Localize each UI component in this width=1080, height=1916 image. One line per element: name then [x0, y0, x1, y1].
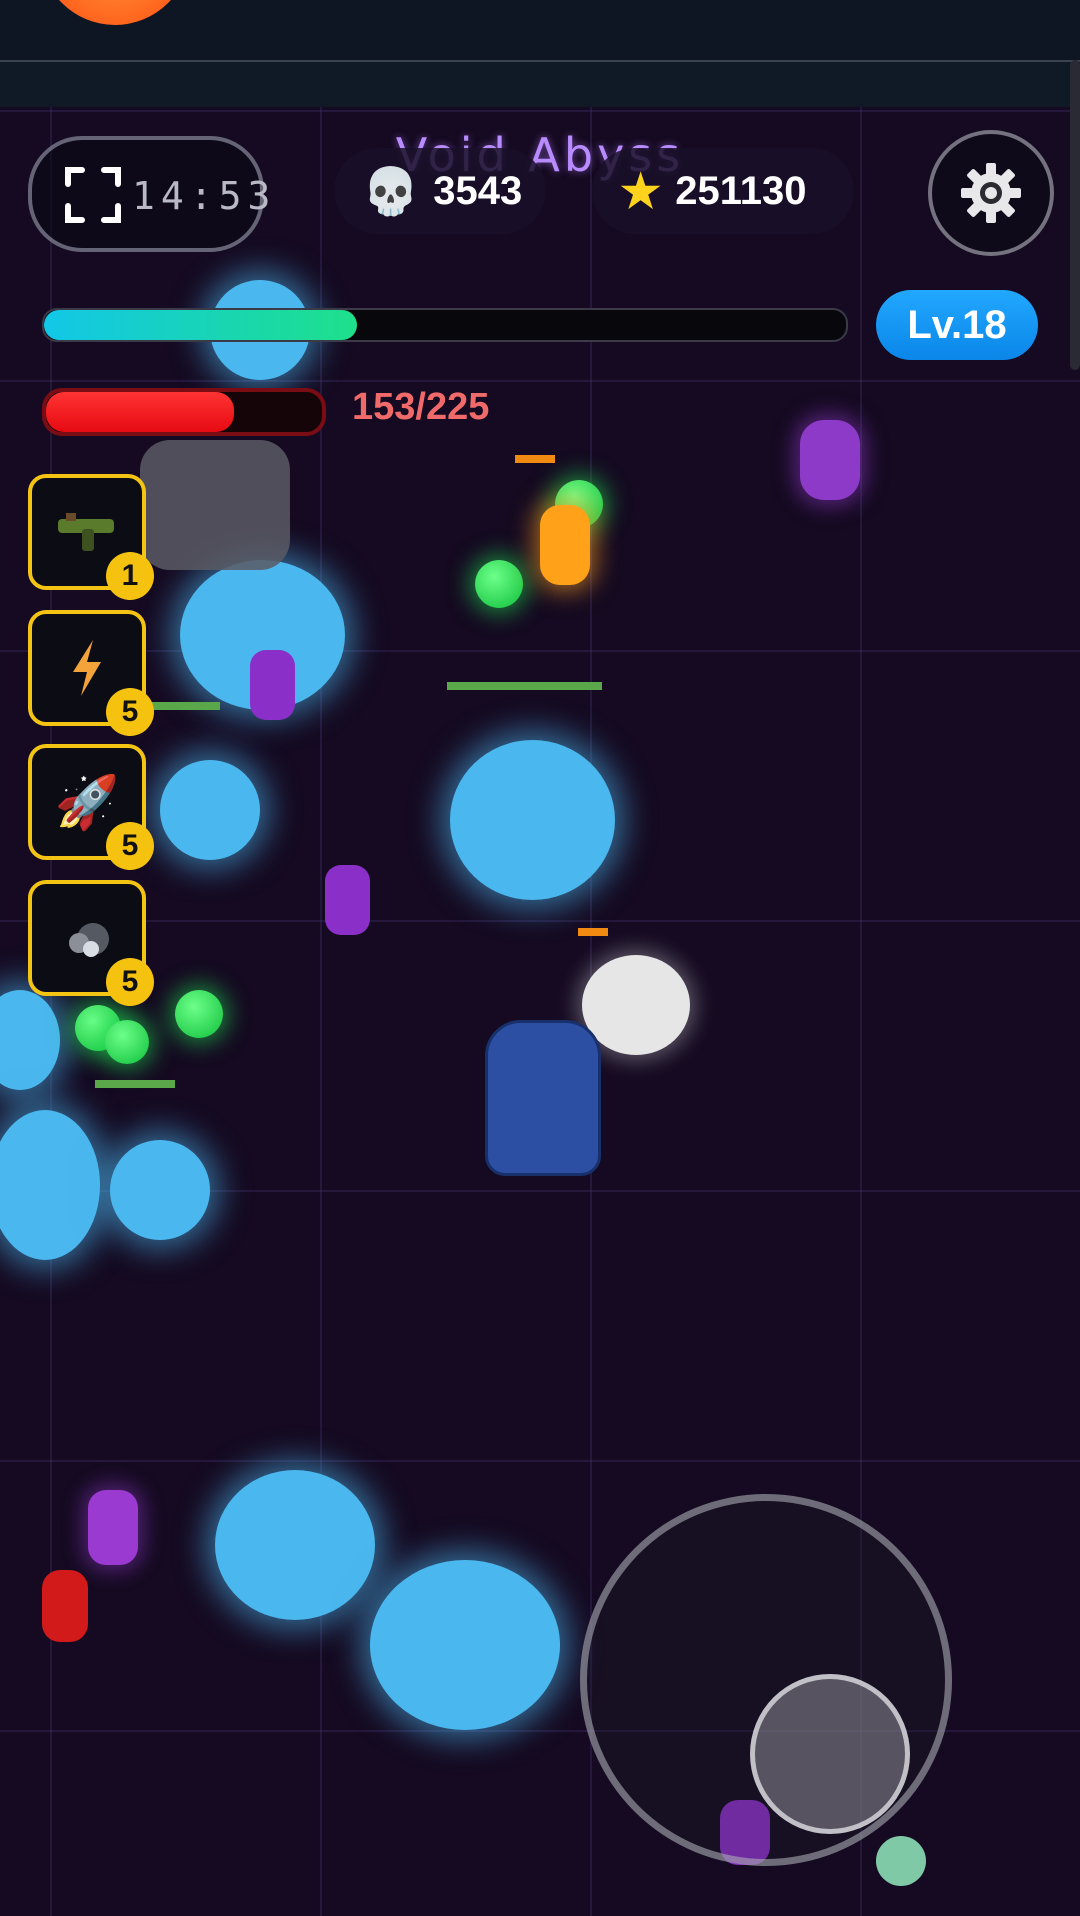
health-text: 153/225: [352, 386, 490, 428]
timer-text: 14:53: [132, 174, 277, 218]
score-counter: ★ 251130: [592, 148, 854, 234]
skill-level-badge: 1: [106, 552, 154, 600]
settings-button[interactable]: [928, 130, 1054, 256]
enemy-purple: [325, 865, 370, 935]
health-bar: [42, 388, 326, 436]
virtual-joystick[interactable]: [580, 1494, 952, 1866]
xp-orb: [105, 1020, 149, 1064]
enemy-robot: [140, 440, 290, 570]
enemy-health-bar: [578, 928, 608, 936]
smoke-cloud: [582, 955, 690, 1055]
skill-level-badge: 5: [106, 822, 154, 870]
pickup-orb: [876, 1836, 926, 1886]
enemy-health-bar: [447, 682, 602, 690]
player-character: [485, 1020, 601, 1176]
skill-slot-rocket[interactable]: 🚀 5: [28, 744, 154, 870]
scrollbar[interactable]: [1070, 60, 1080, 370]
xp-bar: [42, 308, 848, 342]
health-bar-fill: [46, 392, 234, 432]
enemy-purple: [800, 420, 860, 500]
enemy-health-bar: [150, 702, 220, 710]
xp-orb: [475, 560, 523, 608]
score-value: 251130: [675, 168, 807, 213]
skull-icon: 💀: [362, 164, 420, 217]
skill-slot-smoke-bomb[interactable]: 5: [28, 880, 154, 1006]
skill-slot-lightning[interactable]: 5: [28, 610, 154, 736]
enemy-red: [42, 1570, 88, 1642]
timer-box[interactable]: 14:53: [28, 136, 270, 252]
level-badge: Lv.18: [876, 290, 1038, 360]
enemy-purple: [88, 1490, 138, 1565]
skill-level-badge: 5: [106, 958, 154, 1006]
star-icon: ★: [620, 165, 662, 217]
enemy-health-bar: [515, 455, 555, 463]
enemy-blob: [450, 740, 615, 900]
enemy-orange: [540, 505, 590, 585]
xp-bar-fill: [44, 310, 357, 340]
skill-level-badge: 5: [106, 688, 154, 736]
skill-slot-gun[interactable]: 1: [28, 474, 154, 600]
kills-value: 3543: [433, 168, 523, 213]
enemy-blob: [160, 760, 260, 860]
focus-frame-icon: [65, 167, 121, 223]
enemy-health-bar: [95, 1080, 175, 1088]
joystick-knob[interactable]: [750, 1674, 910, 1834]
xp-orb: [175, 990, 223, 1038]
gear-icon: [961, 163, 1021, 223]
kills-counter: 💀 3543: [334, 148, 546, 234]
hud-background-strip: [0, 62, 1080, 107]
status-strip: [0, 0, 1080, 62]
enemy-blob: [370, 1560, 560, 1730]
enemy-blob: [215, 1470, 375, 1620]
enemy-blob: [110, 1140, 210, 1240]
enemy-purple: [250, 650, 295, 720]
